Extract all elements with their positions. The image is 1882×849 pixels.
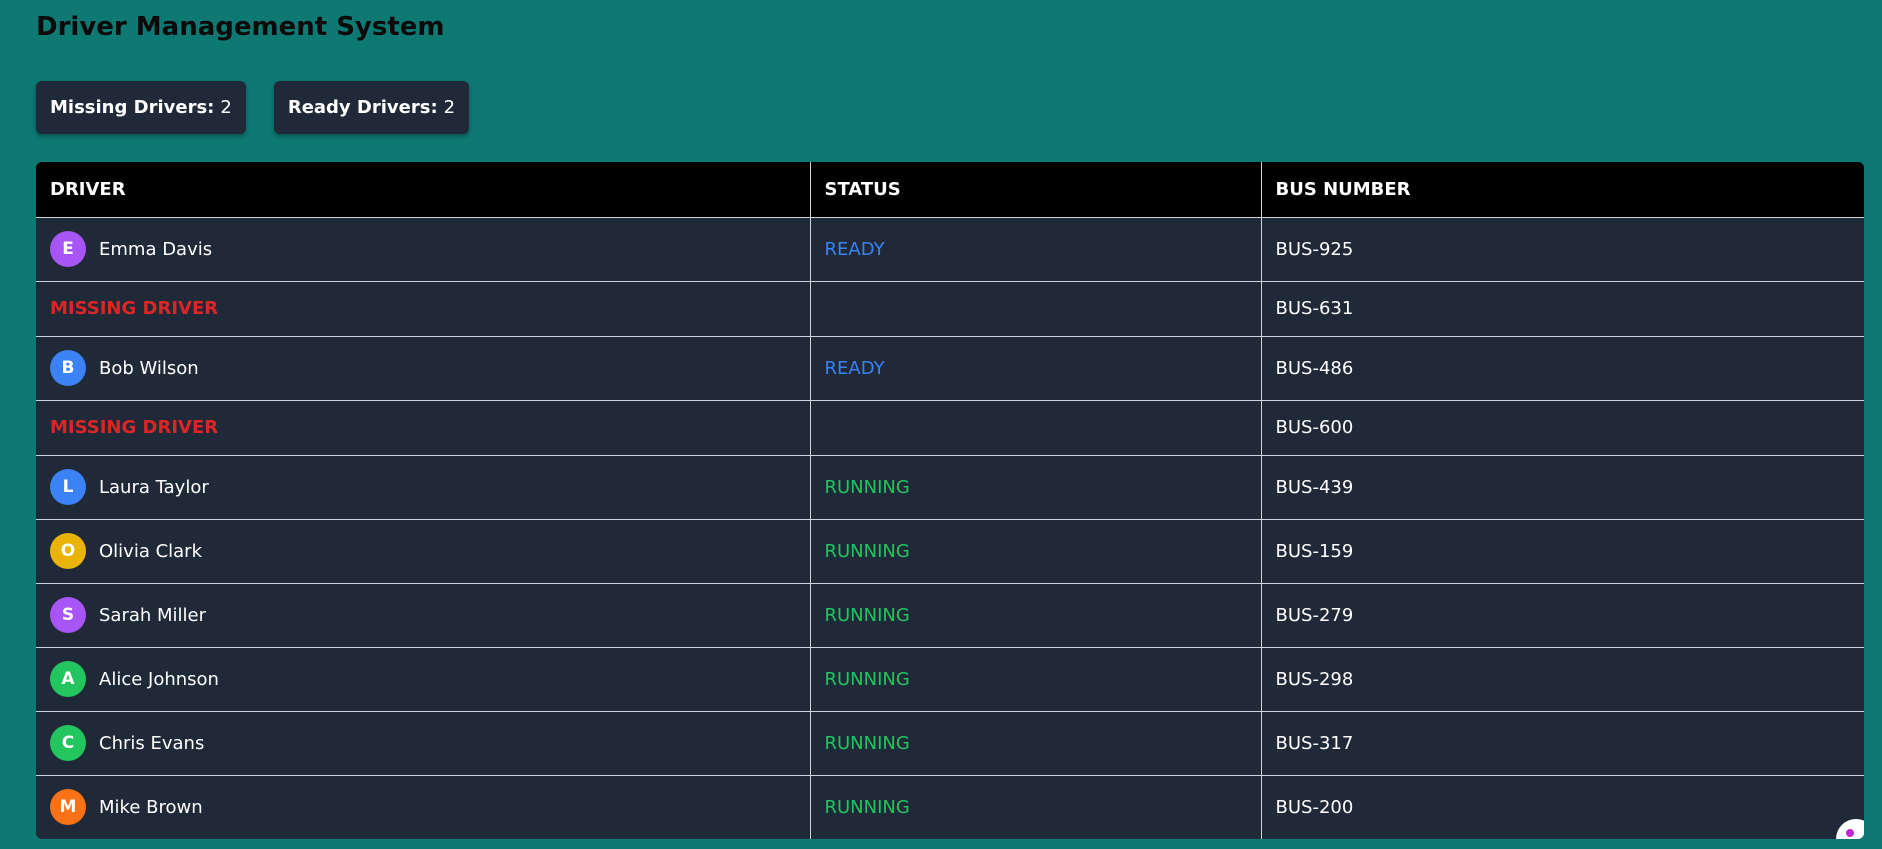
- bus-number-cell: BUS-439: [1261, 455, 1864, 520]
- status-cell: READY: [810, 336, 1262, 401]
- bus-number-cell: BUS-925: [1261, 217, 1864, 282]
- driver-info: M Mike Brown: [50, 789, 796, 826]
- table-row[interactable]: MISSING DRIVER BUS-600: [36, 400, 1864, 456]
- ready-drivers-card: Ready Drivers: 2: [273, 81, 470, 134]
- status-cell: [810, 400, 1262, 456]
- driver-cell: A Alice Johnson: [36, 647, 811, 712]
- ready-drivers-count: 2: [443, 97, 456, 118]
- bus-number-cell: BUS-200: [1275, 796, 1354, 818]
- column-header-status[interactable]: STATUS: [810, 162, 1262, 218]
- bus-number-cell: BUS-159: [1261, 519, 1864, 584]
- table-row[interactable]: S Sarah Miller RUNNING BUS-279: [36, 583, 1864, 648]
- driver-info: A Alice Johnson: [50, 661, 796, 697]
- driver-info: S Sarah Miller: [50, 597, 796, 633]
- driver-cell: S Sarah Miller: [36, 583, 811, 648]
- driver-name: Bob Wilson: [99, 357, 199, 379]
- driver-name: Laura Taylor: [99, 476, 209, 498]
- status-text: RUNNING: [824, 476, 910, 498]
- avatar: O: [50, 533, 86, 569]
- missing-driver-label: MISSING DRIVER: [50, 298, 219, 319]
- drivers-table-container: DRIVER STATUS BUS NUMBER E Emma Davis READ…: [36, 162, 1864, 839]
- status-cell: READY: [810, 217, 1262, 282]
- driver-name: Sarah Miller: [99, 604, 207, 626]
- driver-cell: MISSING DRIVER: [36, 400, 811, 456]
- status-text: READY: [824, 238, 885, 260]
- table-row[interactable]: C Chris Evans RUNNING BUS-317: [36, 711, 1864, 776]
- table-row[interactable]: MISSING DRIVER BUS-631: [36, 281, 1864, 337]
- driver-info: O Olivia Clark: [50, 533, 796, 569]
- ready-drivers-label: Ready Drivers:: [287, 97, 438, 118]
- table-row[interactable]: L Laura Taylor RUNNING BUS-439: [36, 455, 1864, 520]
- page-title: Driver Management System: [36, 12, 445, 42]
- status-text: RUNNING: [824, 796, 910, 818]
- column-header-driver[interactable]: DRIVER: [36, 162, 811, 218]
- status-text: RUNNING: [824, 604, 910, 626]
- summary-bar: Missing Drivers: 2 Ready Drivers: 2: [36, 81, 470, 134]
- drivers-table: DRIVER STATUS BUS NUMBER E Emma Davis READ…: [36, 162, 1864, 839]
- driver-info: C Chris Evans: [50, 725, 796, 761]
- status-cell: [810, 281, 1262, 337]
- driver-name: Chris Evans: [99, 732, 205, 754]
- driver-info: L Laura Taylor: [50, 469, 796, 505]
- driver-cell: E Emma Davis: [36, 217, 811, 282]
- driver-cell: O Olivia Clark: [36, 519, 811, 584]
- driver-info: B Bob Wilson: [50, 350, 796, 386]
- table-row[interactable]: O Olivia Clark RUNNING BUS-159: [36, 519, 1864, 584]
- driver-cell: M Mike Brown: [36, 775, 811, 839]
- table-row[interactable]: B Bob Wilson READY BUS-486: [36, 336, 1864, 401]
- avatar: L: [50, 469, 86, 505]
- table-row[interactable]: M Mike Brown RUNNING BUS-200: [36, 775, 1864, 839]
- driver-name: Emma Davis: [99, 238, 213, 260]
- driver-cell: B Bob Wilson: [36, 336, 811, 401]
- driver-cell: MISSING DRIVER: [36, 281, 811, 337]
- status-text: RUNNING: [824, 732, 910, 754]
- bus-number-cell: BUS-631: [1261, 281, 1864, 337]
- driver-cell: C Chris Evans: [36, 711, 811, 776]
- missing-drivers-count: 2: [220, 97, 232, 118]
- status-cell: RUNNING: [810, 519, 1262, 584]
- table-row[interactable]: A Alice Johnson RUNNING BUS-298: [36, 647, 1864, 712]
- avatar: S: [50, 597, 86, 633]
- status-text: RUNNING: [824, 668, 910, 690]
- table-row[interactable]: E Emma Davis READY BUS-925: [36, 217, 1864, 282]
- status-cell: RUNNING: [810, 455, 1262, 520]
- bus-number-cell: BUS-317: [1261, 711, 1864, 776]
- status-text: RUNNING: [824, 540, 910, 562]
- missing-drivers-card: Missing Drivers: 2: [36, 81, 246, 134]
- driver-name: Olivia Clark: [99, 540, 202, 562]
- avatar: B: [50, 350, 86, 386]
- avatar: E: [50, 231, 86, 267]
- bus-number-cell: BUS-279: [1261, 583, 1864, 648]
- status-cell: RUNNING: [810, 647, 1262, 712]
- missing-driver-label: MISSING DRIVER: [50, 417, 219, 438]
- driver-name: Alice Johnson: [99, 668, 219, 690]
- avatar: M: [50, 789, 86, 826]
- bus-number-cell: BUS-298: [1261, 647, 1864, 712]
- avatar: C: [50, 725, 86, 761]
- status-cell: RUNNING: [810, 711, 1262, 776]
- bus-number-cell: BUS-486: [1261, 336, 1864, 401]
- driver-cell: L Laura Taylor: [36, 455, 811, 520]
- missing-drivers-label: Missing Drivers:: [50, 97, 215, 118]
- driver-info: E Emma Davis: [50, 231, 796, 267]
- avatar: A: [50, 661, 86, 697]
- column-header-bus-number[interactable]: BUS NUMBER: [1261, 162, 1864, 218]
- driver-name: Mike Brown: [99, 796, 203, 818]
- table-header-row: DRIVER STATUS BUS NUMBER: [36, 162, 1864, 218]
- status-text: READY: [824, 357, 885, 379]
- bus-number-cell: BUS-600: [1261, 400, 1864, 456]
- status-cell: RUNNING: [810, 583, 1262, 648]
- status-cell: RUNNING: [810, 775, 1262, 839]
